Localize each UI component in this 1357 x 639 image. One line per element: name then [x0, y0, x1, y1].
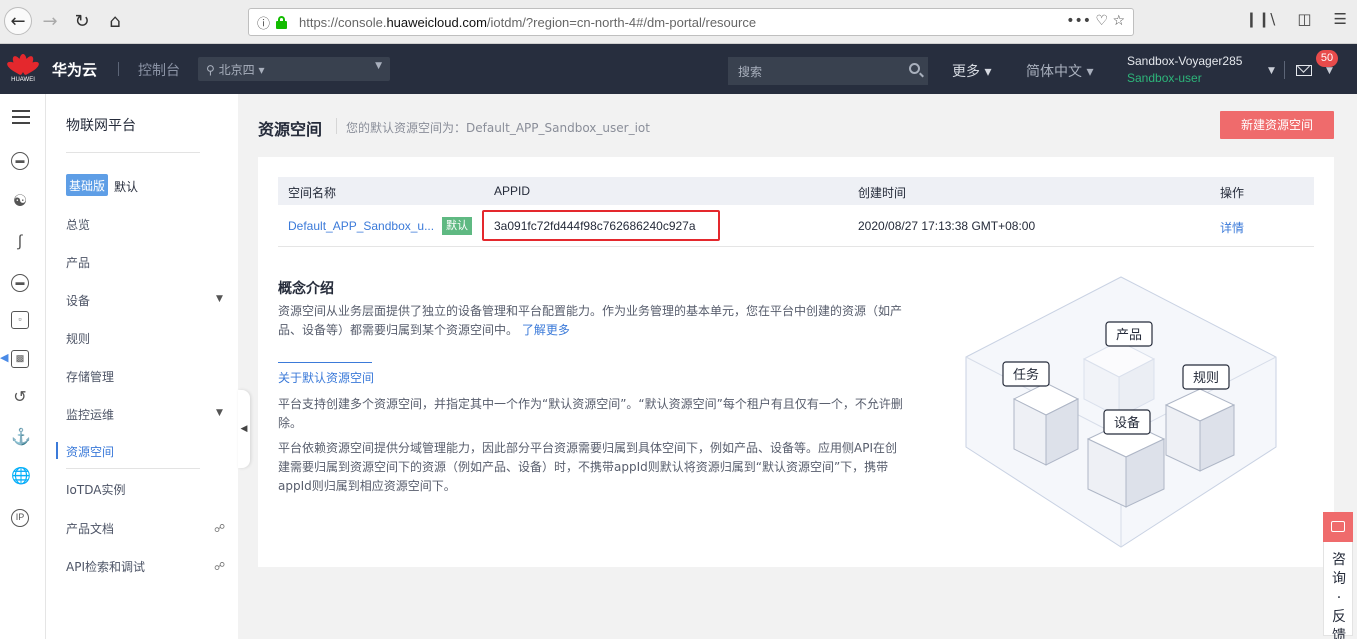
search-icon[interactable] — [909, 63, 920, 74]
space-name-link[interactable]: Default_APP_Sandbox_u... — [288, 219, 434, 233]
sidebar-item-storage[interactable]: 存储管理 — [66, 368, 114, 385]
chevron-down-icon[interactable]: ▼ — [216, 408, 223, 418]
sidebar-item-products[interactable]: 产品 — [66, 254, 90, 271]
feedback-tab[interactable]: 咨询·反馈 — [1323, 512, 1353, 639]
sidebar-title: 物联网平台 — [66, 118, 136, 134]
created-time: 2020/08/27 17:13:38 GMT+08:00 — [858, 219, 1036, 233]
chevron-down-icon[interactable]: ▼ — [1268, 66, 1275, 76]
chat-icon[interactable] — [1323, 512, 1353, 542]
sidebar-item-resource-space[interactable]: 资源空间 — [56, 442, 114, 460]
learn-more-link[interactable]: 了解更多 — [522, 323, 570, 337]
cluster-icon[interactable]: ☯ — [11, 193, 29, 211]
column-header: APPID — [494, 184, 531, 198]
feedback-label[interactable]: 咨询·反馈 — [1331, 551, 1347, 639]
sidebar-item-api-explorer[interactable]: API检索和调试 — [66, 558, 145, 575]
storage-icon[interactable]: ▫ — [11, 311, 29, 329]
sidebar-item-iotda-instance[interactable]: IoTDA实例 — [66, 481, 125, 498]
appid-value: 3a091fc72fd444f98c762686240c927a — [494, 219, 696, 233]
details-link[interactable]: 详情 — [1220, 219, 1244, 236]
home-icon[interactable]: ⌂ — [101, 7, 129, 35]
page-subtitle: 您的默认资源空间为：Default_APP_Sandbox_user_iot — [346, 121, 650, 135]
language-select[interactable]: 简体中文 ▾ — [1026, 61, 1093, 81]
illustration-label-rule: 规则 — [1193, 371, 1219, 386]
menu-icon[interactable]: ☰ — [1334, 10, 1347, 28]
location-icon: ⚲ — [206, 63, 219, 77]
chevron-down-icon[interactable]: ▼ — [1326, 66, 1333, 76]
user-menu[interactable]: Sandbox-Voyager285 Sandbox-user — [1127, 53, 1242, 87]
nav-sidebar: 物联网平台 基础版 默认 总览 产品 设备 ▼ 规则 存储管理 监控运维 ▼ 资… — [46, 94, 250, 639]
illustration-label-device: 设备 — [1114, 415, 1140, 431]
illustration-label-task: 任务 — [1013, 367, 1039, 383]
table-header: 空间名称 APPID 创建时间 操作 — [278, 177, 1314, 205]
database-icon[interactable]: ▬ — [11, 274, 29, 292]
more-menu[interactable]: 更多 ▾ — [952, 61, 991, 81]
hamburger-menu-icon[interactable] — [12, 110, 30, 124]
region-select[interactable]: ⚲ 北京四 ▾ ▼ — [198, 57, 390, 81]
app-header: HUAWEI 华为云 控制台 ⚲ 北京四 ▾ ▼ 搜索 更多 ▾ 简体中文 ▾ … — [0, 44, 1357, 94]
table-row: Default_APP_Sandbox_u... 默认 3a091fc72fd4… — [278, 205, 1314, 247]
concept-title: 概念介绍 — [278, 281, 334, 297]
cloud-server-icon[interactable]: ▬ — [11, 152, 29, 170]
library-icon[interactable]: ❙❙\ — [1245, 10, 1275, 28]
page-title: 资源空间 — [258, 120, 323, 139]
page-actions[interactable]: ••• ♡ ☆ — [1066, 13, 1125, 29]
resource-space-illustration: 产品 任务 规则 设备 — [965, 276, 1277, 548]
lock-icon — [276, 16, 287, 29]
refresh-icon[interactable]: ↺ — [11, 389, 29, 407]
brand-name[interactable]: 华为云 — [52, 59, 97, 80]
browser-toolbar: ← → ↻ ⌂ ⓘ https://console.huaweicloud.co… — [0, 0, 1357, 44]
reload-icon[interactable]: ↻ — [68, 7, 96, 35]
external-link-icon[interactable]: ☍ — [214, 560, 225, 573]
search-input[interactable]: 搜索 — [728, 57, 928, 85]
illustration-label-product: 产品 — [1116, 328, 1142, 343]
external-link-icon[interactable]: ☍ — [214, 522, 225, 535]
back-arrow-icon[interactable]: ← — [4, 7, 32, 35]
chevron-down-icon: ▼ — [375, 61, 382, 71]
edition-name: 默认 — [114, 180, 139, 194]
url-text[interactable]: https://console.huaweicloud.com/iotdm/?r… — [299, 15, 756, 30]
address-bar[interactable]: ⓘ https://console.huaweicloud.com/iotdm/… — [248, 8, 1134, 36]
concept-paragraph: 资源空间从业务层面提供了独立的设备管理和平台配置能力。作为业务管理的基本单元，您… — [278, 304, 903, 337]
globe-icon[interactable]: 🌐 — [11, 468, 31, 486]
anchor-icon[interactable]: ⚓ — [11, 429, 31, 447]
forward-arrow-icon[interactable]: → — [36, 7, 64, 35]
console-link[interactable]: 控制台 — [138, 60, 180, 80]
sidebar-item-devices[interactable]: 设备 — [66, 292, 90, 309]
document-icon[interactable]: ▩ — [11, 350, 29, 368]
column-header: 操作 — [1220, 186, 1245, 200]
sidebar-item-rules[interactable]: 规则 — [66, 330, 90, 347]
mail-icon[interactable] — [1296, 65, 1312, 76]
about-default-space-link[interactable]: 关于默认资源空间 — [278, 369, 374, 386]
expand-arrow-icon[interactable]: ◀ — [0, 351, 10, 375]
domain-paragraph: 平台依赖资源空间提供分域管理能力，因此部分平台资源需要归属到具体空间下，例如产品… — [278, 441, 897, 493]
collapse-sidebar-icon[interactable]: ◀ — [238, 390, 250, 468]
chevron-down-icon[interactable]: ▼ — [216, 294, 223, 304]
default-tag: 默认 — [442, 217, 472, 235]
default-space-paragraph: 平台支持创建多个资源空间，并指定其中一个作为“默认资源空间”。“默认资源空间”每… — [278, 397, 903, 430]
ip-icon[interactable]: IP — [11, 509, 29, 527]
info-icon[interactable]: ⓘ — [257, 13, 270, 32]
edition-badge: 基础版 — [66, 174, 109, 196]
user-role: Sandbox-user — [1127, 71, 1202, 85]
sidebar-toggle-icon[interactable]: ◫ — [1297, 10, 1311, 28]
service-icon-rail: ▬ ☯ ∫ ▬ ▫ ▩ ↺ ⚓ 🌐 IP ◀ — [0, 94, 46, 639]
column-header: 空间名称 — [288, 186, 337, 200]
huawei-logo[interactable]: HUAWEI — [5, 52, 41, 86]
network-icon[interactable]: ∫ — [11, 233, 29, 251]
sidebar-item-docs[interactable]: 产品文档 — [66, 520, 114, 537]
username: Sandbox-Voyager285 — [1127, 54, 1243, 68]
sidebar-item-monitoring[interactable]: 监控运维 — [66, 406, 114, 423]
content-card: 空间名称 APPID 创建时间 操作 Default_APP_Sandbox_u… — [258, 157, 1334, 567]
mail-count-badge: 50 — [1316, 50, 1338, 67]
sidebar-item-overview[interactable]: 总览 — [66, 216, 90, 233]
create-resource-space-button[interactable]: 新建资源空间 — [1220, 111, 1334, 139]
column-header: 创建时间 — [858, 186, 907, 200]
